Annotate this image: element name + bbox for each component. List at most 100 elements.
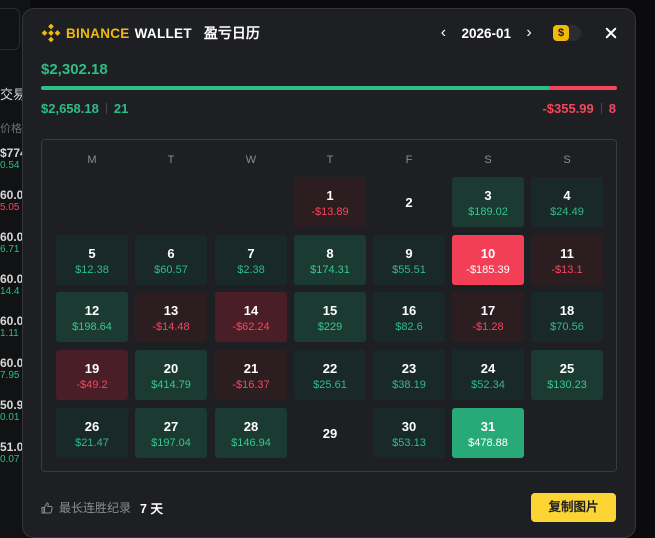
calendar-day[interactable]: 18 $70.56: [531, 292, 603, 342]
day-number: 10: [480, 246, 496, 261]
background-panel: [0, 8, 20, 50]
day-number: 16: [401, 303, 417, 318]
day-number: 21: [243, 361, 259, 376]
weekday-label: F: [405, 154, 413, 166]
day-pnl-value: $197.04: [151, 437, 191, 449]
day-pnl-value: $174.31: [310, 264, 350, 276]
day-pnl-value: -$14.48: [152, 321, 190, 333]
day-number: 8: [326, 246, 334, 261]
streak-label: 最长连胜纪录: [59, 501, 132, 515]
day-number: 17: [480, 303, 496, 318]
weekday-label: S: [484, 154, 492, 166]
binance-wallet-logo: BINANCE WALLET: [41, 23, 192, 43]
calendar-day[interactable]: 31 $478.88: [452, 408, 524, 458]
day-pnl-value: $189.02: [468, 206, 508, 218]
day-pnl-value: $60.57: [154, 264, 188, 276]
day-number: 27: [163, 419, 179, 434]
calendar-day[interactable]: 6 $60.57: [135, 235, 207, 285]
day-number: 6: [167, 246, 175, 261]
total-profit: $2,658.18: [41, 100, 99, 116]
currency-toggle[interactable]: $: [553, 25, 581, 41]
calendar-day[interactable]: 13 -$14.48: [135, 292, 207, 342]
calendar-day[interactable]: 17 -$1.28: [452, 292, 524, 342]
day-number: 14: [243, 303, 259, 318]
day-number: 18: [559, 303, 575, 318]
calendar-day[interactable]: 15 $229: [294, 292, 366, 342]
pnl-calendar-dialog: BINANCE WALLET 盈亏日历 ‹ 2026-01 › $ $2,302…: [22, 8, 636, 538]
win-loss-ratio-bar: [41, 86, 617, 90]
brand-name: BINANCE: [66, 25, 130, 41]
day-number: 9: [405, 246, 413, 261]
calendar-day[interactable]: 16 $82.6: [373, 292, 445, 342]
day-pnl-value: -$1.28: [472, 321, 504, 333]
calendar-day[interactable]: 4 $24.49: [531, 177, 603, 227]
binance-logo-icon: [41, 23, 61, 43]
calendar-day[interactable]: 20 $414.79: [135, 350, 207, 400]
day-number: 13: [163, 303, 179, 318]
chevron-right-icon[interactable]: ›: [519, 23, 539, 43]
calendar-day[interactable]: 28 $146.94: [215, 408, 287, 458]
weekday-label: T: [167, 154, 175, 166]
calendar-day[interactable]: 29: [294, 408, 366, 458]
calendar-day[interactable]: 30 $53.13: [373, 408, 445, 458]
win-loss-stats: $2,658.18 21 -$355.99 8: [41, 100, 616, 116]
day-number: 12: [84, 303, 100, 318]
calendar-day[interactable]: 1 -$13.89: [294, 177, 366, 227]
calendar-day[interactable]: 26 $21.47: [56, 408, 128, 458]
day-pnl-value: -$49.2: [76, 379, 108, 391]
day-pnl-value: -$185.39: [466, 264, 510, 276]
copy-image-button[interactable]: 复制图片: [531, 493, 616, 522]
day-number: 31: [480, 419, 496, 434]
day-pnl-value: $146.94: [231, 437, 271, 449]
chevron-left-icon[interactable]: ‹: [433, 23, 453, 43]
weekday-label: M: [87, 154, 97, 166]
day-pnl-value: $38.19: [392, 379, 426, 391]
dollar-icon: $: [553, 25, 569, 41]
calendar-day[interactable]: 5 $12.38: [56, 235, 128, 285]
calendar-day[interactable]: 7 $2.38: [215, 235, 287, 285]
day-number: 1: [326, 188, 334, 203]
dialog-title: 盈亏日历: [203, 25, 260, 41]
divider: [105, 102, 107, 114]
day-number: 11: [560, 246, 574, 261]
calendar-day[interactable]: 23 $38.19: [373, 350, 445, 400]
win-ratio-fill: [41, 86, 550, 90]
calendar-day[interactable]: 3 $189.02: [452, 177, 524, 227]
weekday-label: W: [245, 154, 257, 166]
close-icon[interactable]: [603, 25, 619, 41]
calendar-day[interactable]: 22 $25.61: [294, 350, 366, 400]
calendar-day[interactable]: 19 -$49.2: [56, 350, 128, 400]
total-loss: -$355.99: [542, 100, 594, 116]
calendar-grid: M T W T F S S 1 -$13.89 2 3 $189.02 4 $24.49 5 $12.38 6 $…: [41, 139, 617, 472]
day-number: 15: [322, 303, 338, 318]
calendar-day[interactable]: 8 $174.31: [294, 235, 366, 285]
day-pnl-value: -$13.1: [551, 264, 583, 276]
brand-suffix: WALLET: [134, 25, 192, 41]
day-pnl-value: $24.49: [550, 206, 584, 218]
day-number: 28: [243, 419, 259, 434]
calendar-day[interactable]: 21 -$16.37: [215, 350, 287, 400]
day-number: 24: [480, 361, 496, 376]
current-month: 2026-01: [461, 25, 511, 41]
streak-value: 7 天: [140, 502, 163, 516]
day-pnl-value: $414.79: [151, 379, 191, 391]
calendar-day[interactable]: 11 -$13.1: [531, 235, 603, 285]
day-pnl-value: $478.88: [468, 437, 508, 449]
calendar-day[interactable]: 2: [373, 177, 445, 227]
weekday-label: S: [563, 154, 571, 166]
calendar-day[interactable]: 24 $52.34: [452, 350, 524, 400]
calendar-day[interactable]: 10 -$185.39: [452, 235, 524, 285]
day-pnl-value: -$13.89: [311, 206, 349, 218]
calendar-day[interactable]: 25 $130.23: [531, 350, 603, 400]
day-pnl-value: $82.6: [395, 321, 423, 333]
calendar-day[interactable]: 9 $55.51: [373, 235, 445, 285]
day-number: 29: [322, 426, 338, 441]
day-number: 5: [88, 246, 96, 261]
day-number: 23: [401, 361, 417, 376]
calendar-day[interactable]: 14 -$62.24: [215, 292, 287, 342]
day-pnl-value: $70.56: [550, 321, 584, 333]
day-pnl-value: -$62.24: [232, 321, 270, 333]
calendar-day[interactable]: 12 $198.64: [56, 292, 128, 342]
day-number: 4: [563, 188, 571, 203]
calendar-day[interactable]: 27 $197.04: [135, 408, 207, 458]
